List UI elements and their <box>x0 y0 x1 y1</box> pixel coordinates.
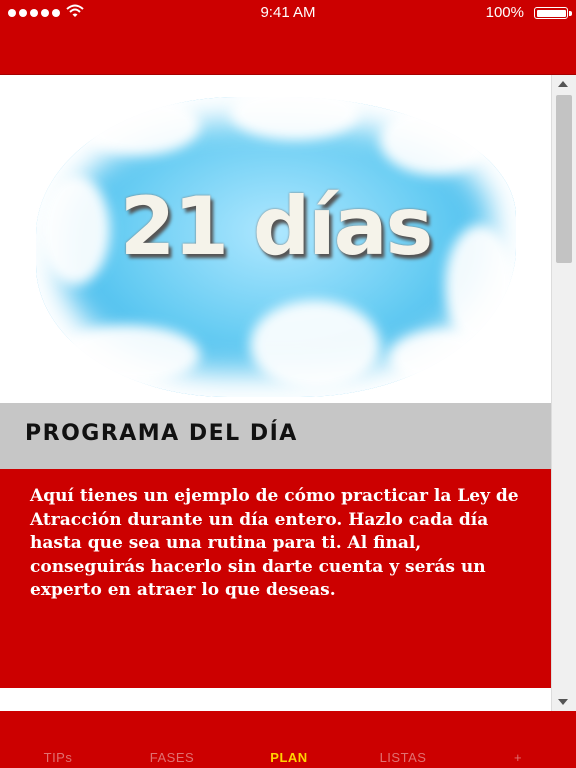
section-body: Aquí tienes un ejemplo de cómo practicar… <box>0 469 551 688</box>
hero-title: 21 días <box>119 180 433 273</box>
tab-tips[interactable]: TIPs <box>18 750 98 765</box>
section-text: Aquí tienes un ejemplo de cómo practicar… <box>30 486 519 600</box>
section-header: PROGRAMA DEL DÍA <box>0 403 551 469</box>
scroll-thumb[interactable] <box>556 95 572 263</box>
battery-icon <box>534 7 572 19</box>
vertical-scrollbar[interactable] <box>551 75 576 711</box>
tab-plan[interactable]: PLAN <box>249 750 329 765</box>
tab-fases[interactable]: FASES <box>132 750 212 765</box>
content-scroll-area[interactable]: 21 días PROGRAMA DEL DÍA Aquí tienes un … <box>0 75 551 711</box>
section-title: PROGRAMA DEL DÍA <box>25 421 298 446</box>
tab-bar: TIPs FASES PLAN LISTAS + <box>0 711 576 768</box>
hero-image: 21 días <box>0 75 551 403</box>
status-bar: 9:41 AM 100% <box>0 0 576 26</box>
scroll-up-arrow-icon[interactable] <box>558 81 568 87</box>
battery-percentage: 100% <box>485 4 524 21</box>
tab-listas[interactable]: LISTAS <box>363 750 443 765</box>
navigation-bar <box>0 26 576 75</box>
tab-more[interactable]: + <box>478 750 558 765</box>
scroll-down-arrow-icon[interactable] <box>558 699 568 705</box>
